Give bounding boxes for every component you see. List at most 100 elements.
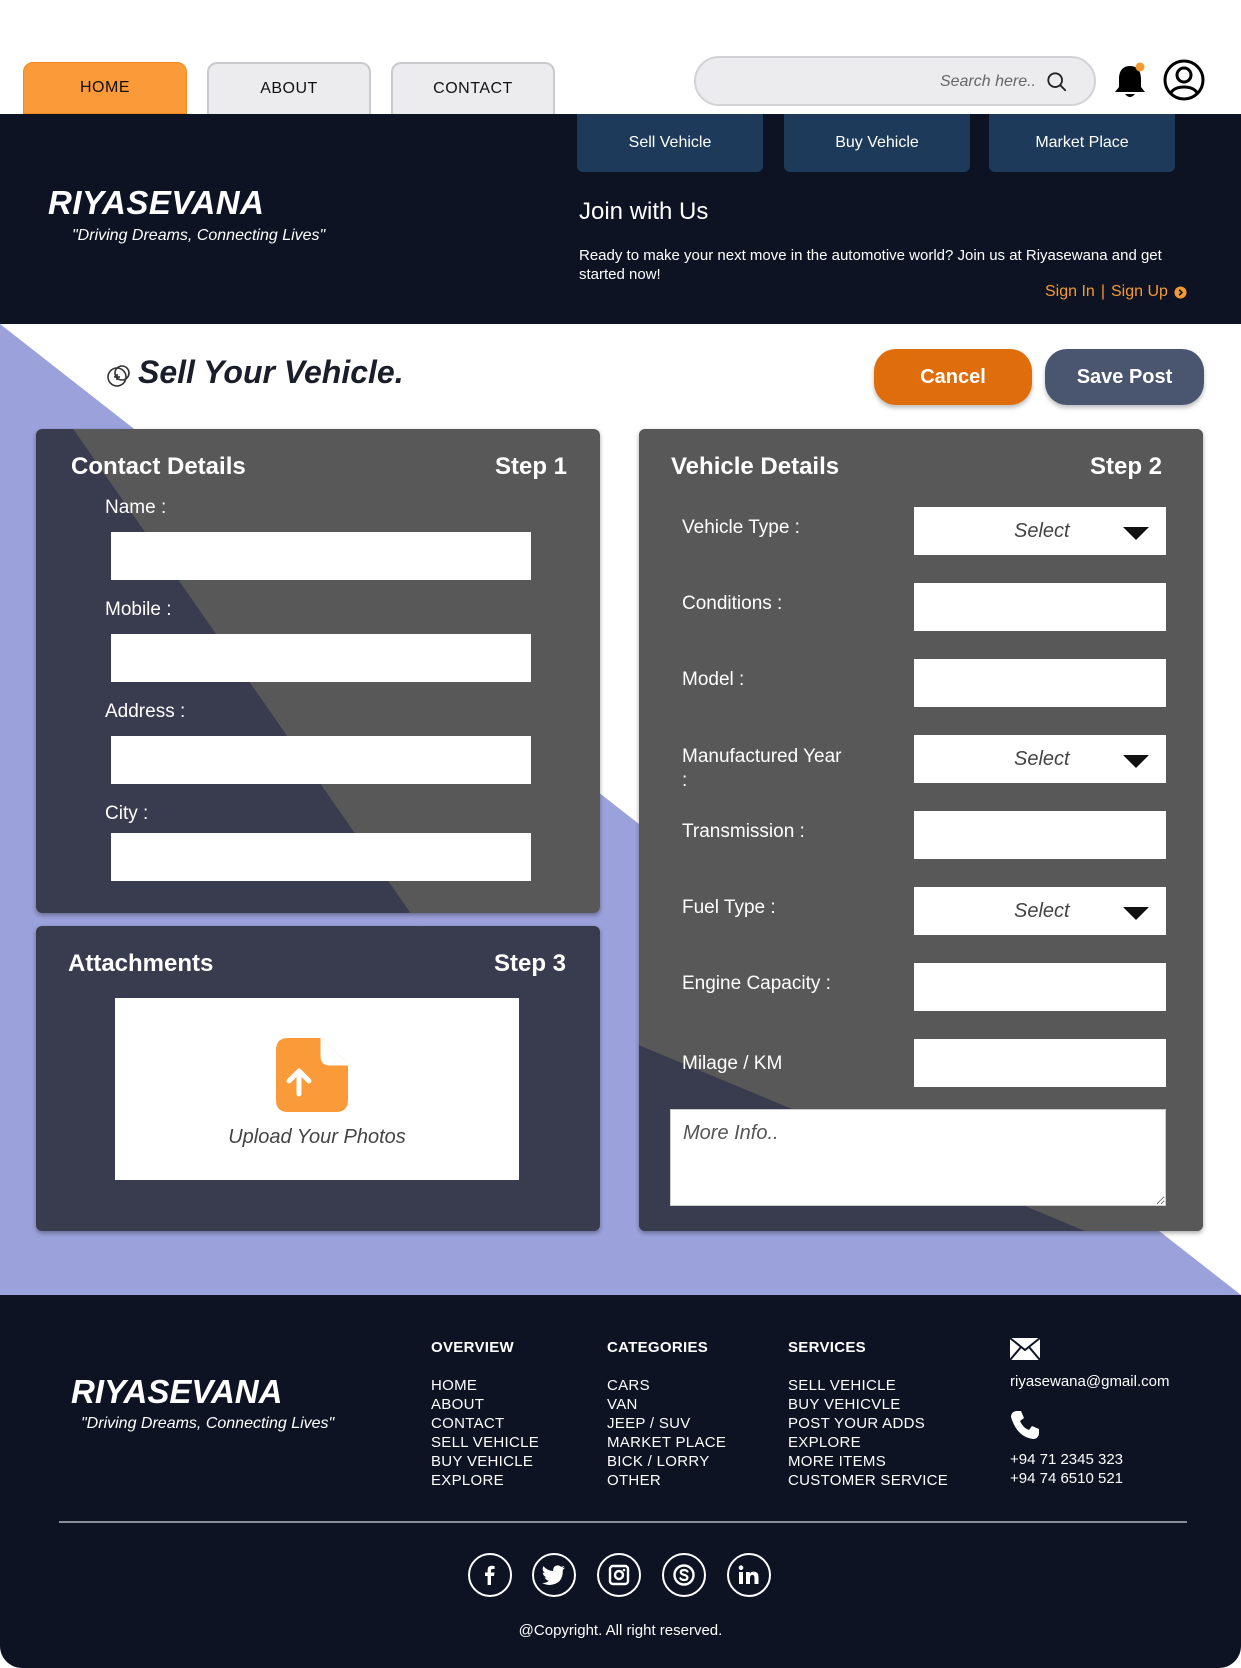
footer-link-home[interactable]: HOME (431, 1376, 539, 1395)
footer-overview-column: OVERVIEW HOME ABOUT CONTACT SELL VEHICLE… (431, 1339, 539, 1490)
mail-icon (1009, 1337, 1041, 1361)
phone-icon (1011, 1411, 1039, 1439)
footer-link-contact[interactable]: CONTACT (431, 1414, 539, 1433)
contact-details-card: Contact Details Step 1 Name : Mobile : A… (36, 429, 600, 913)
footer-link-other[interactable]: OTHER (607, 1471, 726, 1490)
subtab-buy-vehicle[interactable]: Buy Vehicle (784, 114, 970, 172)
fuel-type-select[interactable]: Select (914, 887, 1166, 935)
conditions-input[interactable] (914, 583, 1166, 631)
services-heading: SERVICES (788, 1339, 866, 1356)
footer-link-post-adds[interactable]: POST YOUR ADDS (788, 1414, 948, 1433)
tab-about[interactable]: ABOUT (207, 62, 371, 114)
instagram-icon[interactable] (597, 1553, 641, 1597)
cancel-button[interactable]: Cancel (874, 349, 1032, 405)
overview-heading: OVERVIEW (431, 1339, 514, 1356)
vehicle-type-label: Vehicle Type : (682, 517, 800, 538)
search-icon[interactable] (1046, 71, 1068, 93)
footer-link-explore[interactable]: EXPLORE (431, 1471, 539, 1490)
vehicle-type-value: Select (1014, 520, 1070, 542)
footer-tagline: "Driving Dreams, Connecting Lives" (81, 1415, 335, 1432)
linkedin-icon[interactable] (727, 1553, 771, 1597)
footer-link-about[interactable]: ABOUT (431, 1395, 539, 1414)
mobile-label: Mobile : (105, 599, 172, 620)
contact-details-title: Contact Details (71, 453, 246, 480)
subtab-sell-vehicle[interactable]: Sell Vehicle (577, 114, 763, 172)
vehicle-type-select[interactable]: Select (914, 507, 1166, 555)
manufactured-year-select[interactable]: Select (914, 735, 1166, 783)
footer-categories-column: CATEGORIES CARS VAN JEEP / SUV MARKET PL… (607, 1339, 726, 1490)
transmission-input[interactable] (914, 811, 1166, 859)
milage-input[interactable] (914, 1039, 1166, 1087)
categories-heading: CATEGORIES (607, 1339, 709, 1356)
tab-contact[interactable]: CONTACT (391, 62, 555, 114)
auth-links: Sign In | Sign Up (1045, 283, 1187, 301)
footer-phones: +94 71 2345 323 +94 74 6510 521 (1010, 1450, 1123, 1488)
fuel-type-label: Fuel Type : (682, 897, 776, 918)
auth-separator: | (1100, 283, 1105, 300)
footer-link-market-place[interactable]: MARKET PLACE (607, 1433, 726, 1452)
footer-link-sell-vehicle-service[interactable]: SELL VEHICLE (788, 1376, 948, 1395)
footer-divider (59, 1521, 1187, 1523)
model-input[interactable] (914, 659, 1166, 707)
notification-bell-icon[interactable] (1112, 62, 1148, 100)
facebook-icon[interactable] (468, 1553, 512, 1597)
footer-link-buy-vehicle[interactable]: BUY VEHICLE (431, 1452, 539, 1471)
footer-brand-logo[interactable]: RIYASEVANA (71, 1373, 282, 1411)
tab-home[interactable]: HOME (23, 62, 187, 114)
sign-in-link[interactable]: Sign In (1045, 283, 1095, 301)
user-profile-icon[interactable] (1163, 59, 1205, 101)
transmission-label: Transmission : (682, 821, 805, 842)
footer-link-sell-vehicle[interactable]: SELL VEHICLE (431, 1433, 539, 1452)
chevron-down-icon (1123, 755, 1149, 768)
more-info-textarea[interactable] (670, 1109, 1166, 1206)
city-label: City : (105, 803, 149, 824)
brand-tagline: "Driving Dreams, Connecting Lives" (72, 227, 326, 244)
page-title: Sell Your Vehicle. (138, 354, 404, 390)
footer-link-cars[interactable]: CARS (607, 1376, 726, 1395)
sell-vehicle-section: Sell Your Vehicle. Cancel Save Post Cont… (0, 324, 1241, 1295)
attachments-card: Attachments Step 3 Upload Your Photos (36, 926, 600, 1231)
footer-link-explore-service[interactable]: EXPLORE (788, 1433, 948, 1452)
sign-up-link[interactable]: Sign Up (1111, 283, 1168, 301)
upload-photos-dropzone[interactable]: Upload Your Photos (115, 998, 519, 1180)
save-post-button[interactable]: Save Post (1045, 349, 1204, 405)
footer-link-buy-vehicle-service[interactable]: BUY VEHICVLE (788, 1395, 948, 1414)
milage-label: Milage / KM (682, 1053, 783, 1074)
model-label: Model : (682, 669, 745, 690)
city-input[interactable] (111, 833, 531, 881)
address-input[interactable] (111, 736, 531, 784)
footer-phone-1[interactable]: +94 71 2345 323 (1010, 1450, 1123, 1469)
manufactured-year-label: Manufactured Year : (682, 746, 842, 791)
arrow-right-circle-icon[interactable] (1174, 285, 1187, 299)
search-bar (694, 56, 1096, 106)
name-input[interactable] (111, 532, 531, 580)
footer-link-jeep-suv[interactable]: JEEP / SUV (607, 1414, 726, 1433)
footer-link-van[interactable]: VAN (607, 1395, 726, 1414)
conditions-label: Conditions : (682, 593, 783, 614)
engine-capacity-input[interactable] (914, 963, 1166, 1011)
join-title: Join with Us (579, 198, 709, 225)
upload-file-icon (276, 1038, 348, 1112)
step-1-label: Step 1 (495, 453, 568, 480)
copyright-text: @Copyright. All right reserved. (518, 1622, 723, 1639)
upload-label: Upload Your Photos (228, 1126, 406, 1148)
step-2-label: Step 2 (1090, 453, 1163, 480)
skype-icon[interactable] (662, 1553, 706, 1597)
step-3-label: Step 3 (494, 950, 567, 977)
vehicle-details-title: Vehicle Details (671, 453, 840, 480)
chevron-down-icon (1123, 527, 1149, 540)
twitter-icon[interactable] (532, 1553, 576, 1597)
address-label: Address : (105, 701, 186, 722)
footer-link-more-items[interactable]: MORE ITEMS (788, 1452, 948, 1471)
footer-link-bick-lorry[interactable]: BICK / LORRY (607, 1452, 726, 1471)
footer-email[interactable]: riyasewana@gmail.com (1010, 1373, 1169, 1390)
search-input[interactable] (716, 68, 1036, 96)
sell-post-icon (107, 365, 130, 387)
mobile-input[interactable] (111, 634, 531, 682)
brand-logo[interactable]: RIYASEVANA (48, 184, 264, 222)
subtab-market-place[interactable]: Market Place (989, 114, 1175, 172)
top-navigation-bar: HOME ABOUT CONTACT (0, 0, 1241, 114)
footer-services-column: SERVICES SELL VEHICLE BUY VEHICVLE POST … (788, 1339, 948, 1490)
footer-phone-2[interactable]: +94 74 6510 521 (1010, 1469, 1123, 1488)
footer-link-customer-service[interactable]: CUSTOMER SERVICE (788, 1471, 948, 1490)
